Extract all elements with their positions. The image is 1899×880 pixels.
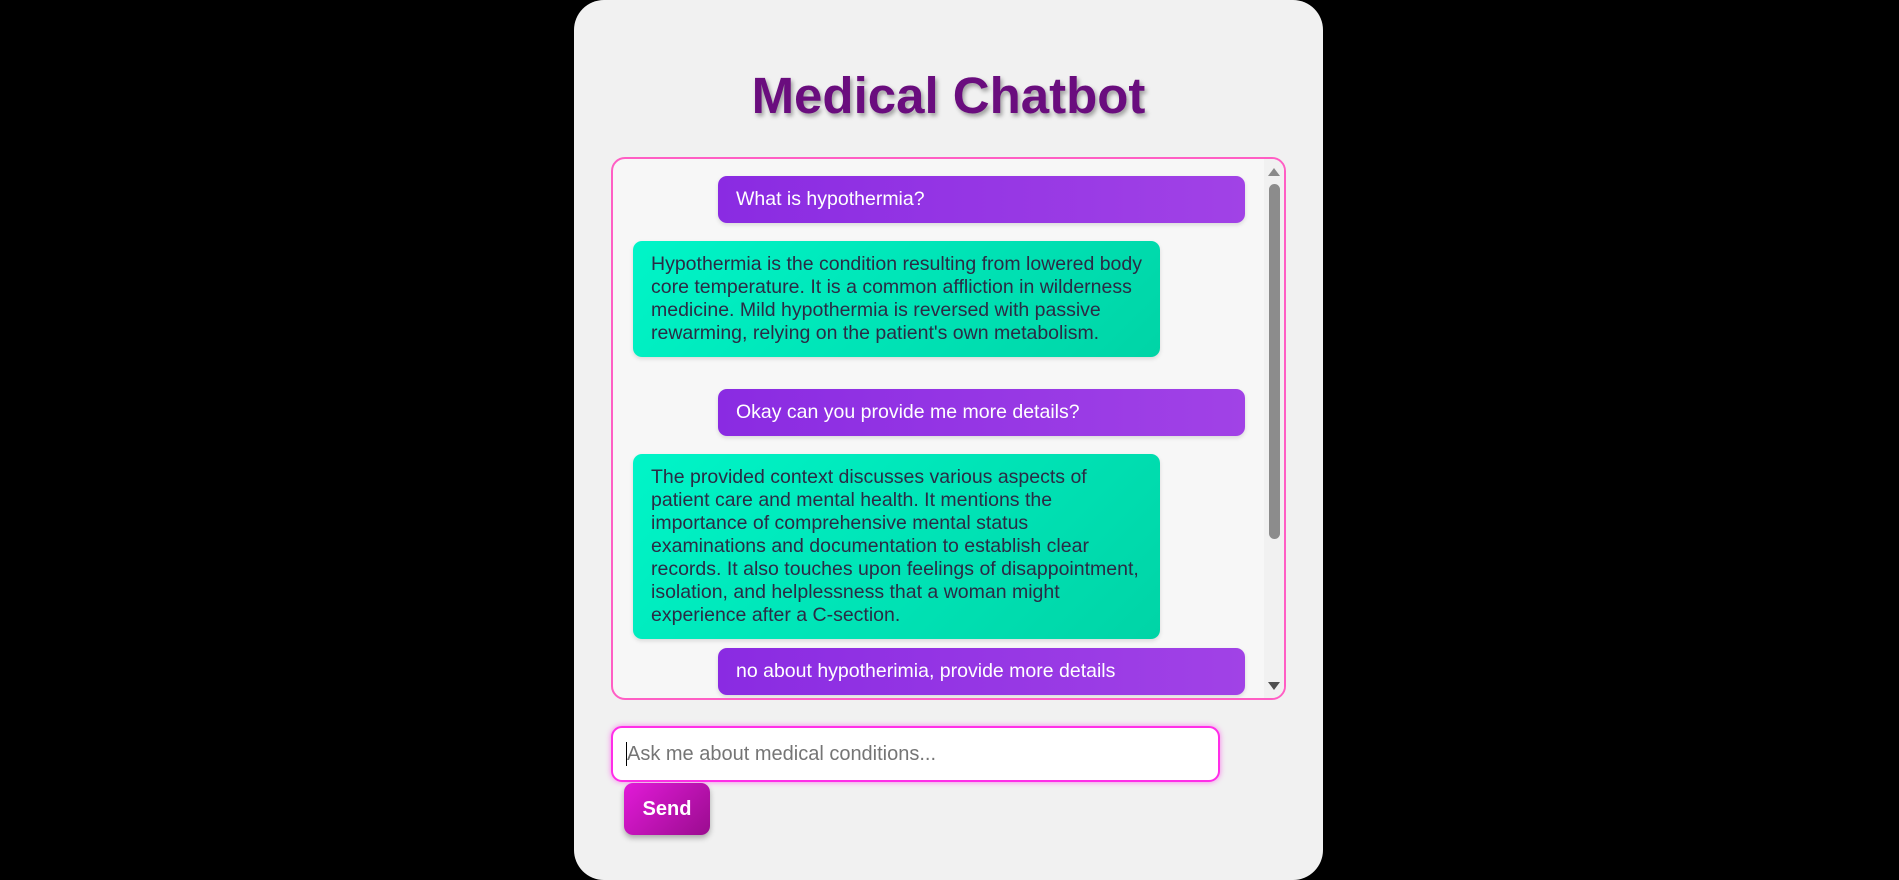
bot-message: The provided context discusses various a…: [633, 454, 1160, 639]
user-message: no about hypotherimia, provide more deta…: [718, 648, 1245, 695]
user-message: What is hypothermia?: [718, 176, 1245, 223]
chat-scrollbar[interactable]: [1264, 159, 1284, 698]
bot-message: Hypothermia is the condition resulting f…: [633, 241, 1160, 357]
message-input[interactable]: [611, 726, 1220, 782]
chat-box[interactable]: What is hypothermia? Hypothermia is the …: [611, 157, 1286, 700]
message-list: What is hypothermia? Hypothermia is the …: [613, 159, 1262, 698]
page-title: Medical Chatbot: [751, 67, 1146, 124]
user-message: Okay can you provide me more details?: [718, 389, 1245, 436]
scroll-thumb[interactable]: [1269, 184, 1280, 539]
triangle-up-icon[interactable]: [1268, 168, 1280, 176]
text-caret: [626, 742, 627, 766]
send-button[interactable]: Send: [624, 783, 710, 835]
chatbot-card: Medical Chatbot What is hypothermia? Hyp…: [574, 0, 1323, 880]
triangle-down-icon[interactable]: [1268, 682, 1280, 690]
